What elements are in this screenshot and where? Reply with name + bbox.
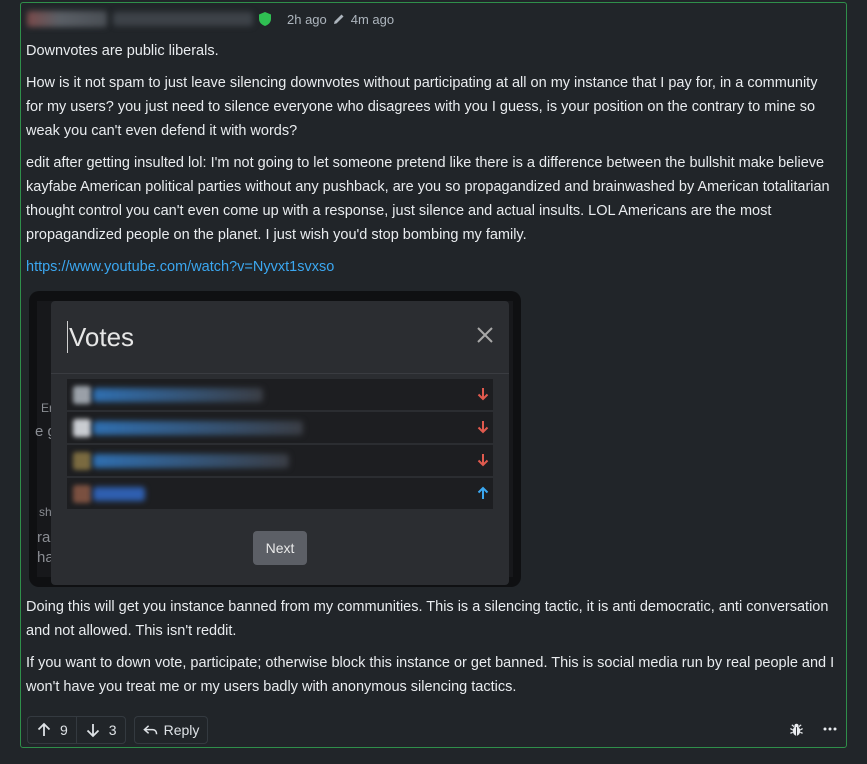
post-time: 2h ago: [287, 11, 327, 27]
upvote-count: 9: [60, 722, 68, 738]
arrow-down-icon: [477, 420, 489, 434]
youtube-link[interactable]: https://www.youtube.com/watch?v=Nyvxt1sv…: [26, 259, 334, 275]
modal-title: Votes: [67, 321, 135, 353]
more-options-icon[interactable]: [820, 717, 840, 741]
comment-paragraph: Downvotes are public liberals.: [26, 43, 219, 59]
comment-paragraph: Doing this will get you instance banned …: [26, 599, 829, 639]
comment-actions: [786, 717, 840, 741]
author-name-redacted[interactable]: [27, 11, 107, 27]
embedded-screenshot[interactable]: Er e g sh ra ha Votes Next: [29, 291, 521, 587]
shield-icon: [259, 12, 271, 26]
upvote-button[interactable]: 9: [27, 716, 76, 744]
edit-time: 4m ago: [350, 11, 395, 27]
comment-paragraph: edit after getting insulted lol: I'm not…: [26, 155, 830, 243]
pencil-icon: [333, 13, 345, 25]
comment-header: 2h ago 4m ago: [27, 9, 394, 29]
vote-row: [67, 478, 493, 510]
comment-card: 2h ago 4m ago Downvotes are public liber…: [20, 2, 847, 748]
next-button: Next: [253, 531, 307, 565]
reply-label: Reply: [163, 722, 200, 738]
downvote-count: 3: [108, 722, 117, 738]
vote-row: [67, 412, 493, 444]
author-instance-redacted: [113, 12, 253, 26]
close-icon: [475, 325, 495, 345]
comment-body-continued: Doing this will get you instance banned …: [26, 595, 836, 707]
arrow-down-icon: [477, 453, 489, 467]
downvote-button[interactable]: 3: [75, 716, 126, 744]
arrow-down-icon: [477, 387, 489, 401]
bug-icon[interactable]: [786, 717, 806, 741]
vote-row: [67, 445, 493, 477]
vote-row: [67, 379, 493, 411]
votes-modal: Votes Next: [51, 301, 509, 585]
comment-body: Downvotes are public liberals. How is it…: [26, 39, 836, 287]
arrow-up-icon: [37, 722, 51, 736]
comment-footer: 9 3 Reply: [27, 715, 209, 745]
reply-button[interactable]: Reply: [133, 716, 209, 744]
arrow-up-icon: [477, 486, 489, 500]
reply-icon: [142, 724, 157, 734]
arrow-down-icon: [86, 724, 99, 738]
comment-paragraph: If you want to down vote, participate; o…: [26, 655, 835, 695]
comment-paragraph: How is it not spam to just leave silenci…: [26, 75, 818, 139]
